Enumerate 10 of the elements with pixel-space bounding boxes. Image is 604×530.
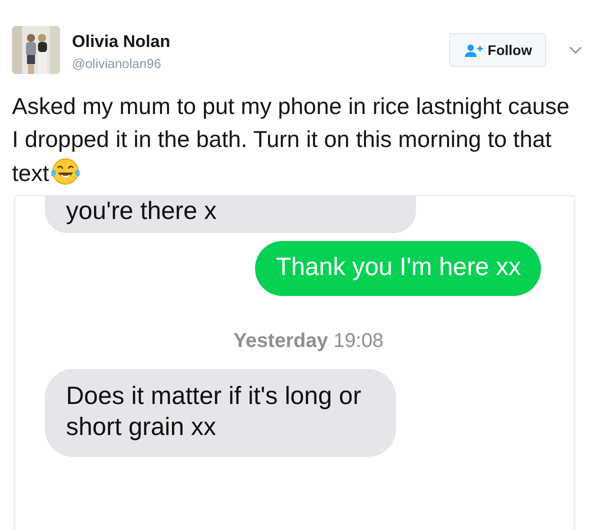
received-message: Does it matter if it's long or short grain xx xyxy=(45,369,396,457)
sent-message: Thank you I'm here xx xyxy=(254,241,541,296)
chevron-down-icon[interactable] xyxy=(569,46,582,54)
received-message: you're there x xyxy=(45,196,416,233)
add-person-icon xyxy=(464,44,483,56)
laughing-emoji-icon xyxy=(50,156,82,187)
follow-button[interactable]: Follow xyxy=(448,33,546,67)
tweet-text: Asked my mum to put my phone in rice lastnight cause I dropped it in the bath. Turn it on this morning to that text xyxy=(12,92,570,189)
author-name[interactable]: Olivia Nolan xyxy=(72,32,170,52)
message-timestamp: Yesterday 19:08 xyxy=(232,330,384,353)
